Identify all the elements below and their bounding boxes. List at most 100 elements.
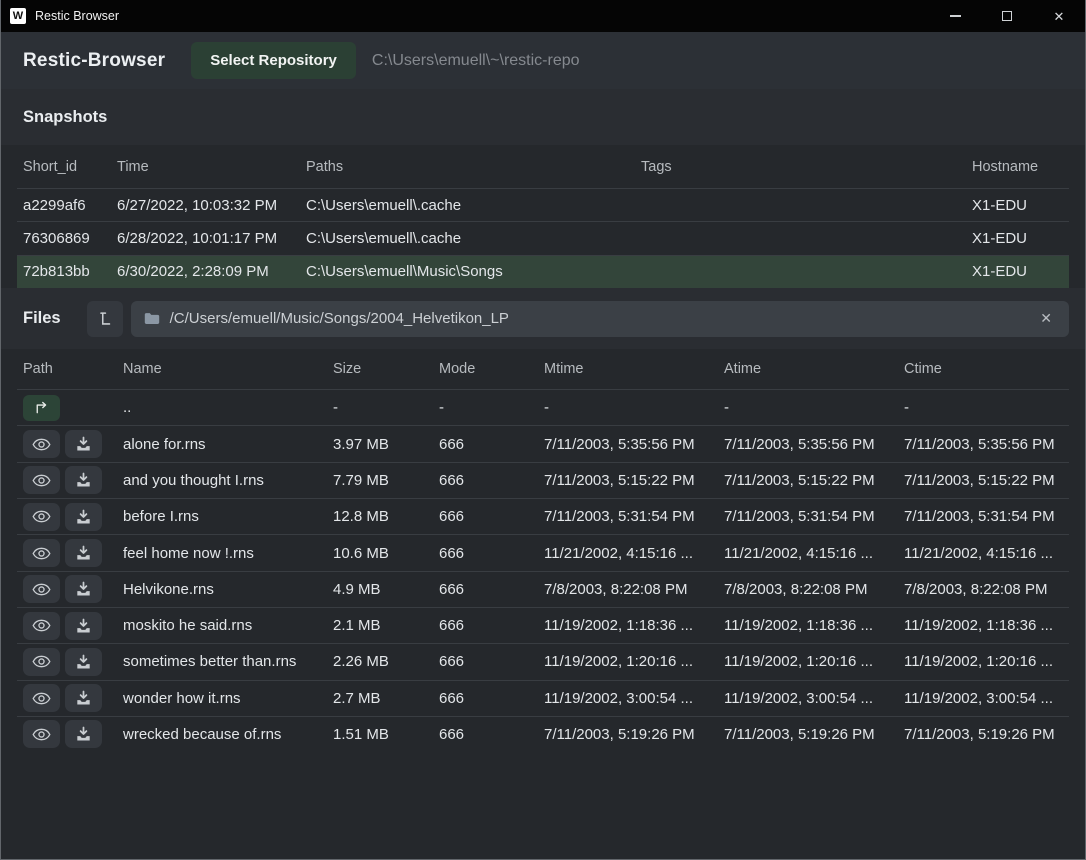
app-title: Restic-Browser <box>23 50 165 72</box>
download-file-button[interactable] <box>65 612 102 640</box>
eye-icon <box>32 437 51 452</box>
file-row: sometimes better than.rns 2.26 MB 666 11… <box>17 643 1069 679</box>
file-mode: 666 <box>439 726 544 743</box>
snapshot-hostname: X1-EDU <box>972 197 1069 214</box>
preview-file-button[interactable] <box>23 648 60 676</box>
file-atime: 7/11/2003, 5:35:56 PM <box>724 436 904 453</box>
snapshot-hostname: X1-EDU <box>972 263 1069 280</box>
file-size: 2.7 MB <box>333 690 439 707</box>
file-size: - <box>333 399 439 416</box>
file-ctime: 7/8/2003, 8:22:08 PM <box>904 581 1069 598</box>
snapshots-table: Short_id Time Paths Tags Hostname a2299a… <box>1 145 1085 288</box>
file-mtime: 11/19/2002, 3:00:54 ... <box>544 690 724 707</box>
column-header-mode: Mode <box>439 361 544 377</box>
download-file-button[interactable] <box>65 648 102 676</box>
snapshot-row[interactable]: 76306869 6/28/2022, 10:01:17 PM C:\Users… <box>17 221 1069 254</box>
snapshot-paths: C:\Users\emuell\.cache <box>306 197 641 214</box>
file-row: Helvikone.rns 4.9 MB 666 7/8/2003, 8:22:… <box>17 571 1069 607</box>
preview-file-button[interactable] <box>23 503 60 531</box>
download-icon <box>75 690 92 706</box>
file-mtime: 7/11/2003, 5:19:26 PM <box>544 726 724 743</box>
folder-icon <box>144 312 160 325</box>
preview-file-button[interactable] <box>23 720 60 748</box>
eye-icon <box>32 654 51 669</box>
download-file-button[interactable] <box>65 430 102 458</box>
download-icon <box>75 509 92 525</box>
file-size: 10.6 MB <box>333 545 439 562</box>
current-path-input[interactable]: /C/Users/emuell/Music/Songs/2004_Helveti… <box>131 301 1069 337</box>
preview-file-button[interactable] <box>23 466 60 494</box>
minimize-icon <box>950 15 961 17</box>
file-mtime: 7/11/2003, 5:31:54 PM <box>544 508 724 525</box>
close-icon: ✕ <box>1054 10 1065 23</box>
file-mtime: 7/11/2003, 5:15:22 PM <box>544 472 724 489</box>
download-icon <box>75 436 92 452</box>
file-row: and you thought I.rns 7.79 MB 666 7/11/2… <box>17 462 1069 498</box>
file-size: 3.97 MB <box>333 436 439 453</box>
app-window: W Restic Browser ✕ Restic-Browser Select… <box>0 0 1086 860</box>
column-header-size: Size <box>333 361 439 377</box>
file-row: moskito he said.rns 2.1 MB 666 11/19/200… <box>17 607 1069 643</box>
file-ctime: 7/11/2003, 5:15:22 PM <box>904 472 1069 489</box>
download-icon <box>75 545 92 561</box>
select-repository-button[interactable]: Select Repository <box>191 42 356 79</box>
preview-file-button[interactable] <box>23 539 60 567</box>
file-name: wrecked because of.rns <box>123 726 333 743</box>
file-atime: 11/19/2002, 3:00:54 ... <box>724 690 904 707</box>
column-header-hostname: Hostname <box>972 159 1069 175</box>
file-size: 12.8 MB <box>333 508 439 525</box>
snapshot-short-id: a2299af6 <box>23 197 117 214</box>
go-up-directory-button[interactable] <box>23 395 60 421</box>
column-header-atime: Atime <box>724 361 904 377</box>
eye-icon <box>32 691 51 706</box>
file-mtime: 7/11/2003, 5:35:56 PM <box>544 436 724 453</box>
minimize-button[interactable] <box>929 0 981 32</box>
preview-file-button[interactable] <box>23 684 60 712</box>
download-file-button[interactable] <box>65 575 102 603</box>
titlebar: W Restic Browser ✕ <box>1 0 1085 32</box>
file-name: and you thought I.rns <box>123 472 333 489</box>
file-mode: 666 <box>439 472 544 489</box>
snapshot-row[interactable]: 72b813bb 6/30/2022, 2:28:09 PM C:\Users\… <box>17 255 1069 288</box>
snapshot-paths: C:\Users\emuell\.cache <box>306 230 641 247</box>
column-header-ctime: Ctime <box>904 361 1069 377</box>
files-title: Files <box>23 309 61 328</box>
column-header-time: Time <box>117 159 306 175</box>
file-atime: 11/19/2002, 1:20:16 ... <box>724 653 904 670</box>
close-button[interactable]: ✕ <box>1033 0 1085 32</box>
snapshot-paths: C:\Users\emuell\Music\Songs <box>306 263 641 280</box>
file-mode: 666 <box>439 436 544 453</box>
download-file-button[interactable] <box>65 684 102 712</box>
download-file-button[interactable] <box>65 720 102 748</box>
file-mtime: 11/19/2002, 1:20:16 ... <box>544 653 724 670</box>
file-ctime: 11/19/2002, 3:00:54 ... <box>904 690 1069 707</box>
download-file-button[interactable] <box>65 503 102 531</box>
file-mode: 666 <box>439 653 544 670</box>
file-ctime: 11/19/2002, 1:18:36 ... <box>904 617 1069 634</box>
file-atime: 11/19/2002, 1:18:36 ... <box>724 617 904 634</box>
file-row: alone for.rns 3.97 MB 666 7/11/2003, 5:3… <box>17 425 1069 461</box>
file-atime: 7/11/2003, 5:15:22 PM <box>724 472 904 489</box>
clear-path-button[interactable]: ✕ <box>1036 308 1056 329</box>
download-file-button[interactable] <box>65 466 102 494</box>
file-name: feel home now !.rns <box>123 545 333 562</box>
snapshot-row[interactable]: a2299af6 6/27/2022, 10:03:32 PM C:\Users… <box>17 188 1069 221</box>
current-path-value: /C/Users/emuell/Music/Songs/2004_Helveti… <box>170 310 509 327</box>
file-name[interactable]: .. <box>123 399 333 416</box>
file-row: feel home now !.rns 10.6 MB 666 11/21/20… <box>17 534 1069 570</box>
snapshot-time: 6/27/2022, 10:03:32 PM <box>117 197 306 214</box>
file-mode: 666 <box>439 690 544 707</box>
preview-file-button[interactable] <box>23 612 60 640</box>
maximize-button[interactable] <box>981 0 1033 32</box>
preview-file-button[interactable] <box>23 575 60 603</box>
file-name: alone for.rns <box>123 436 333 453</box>
eye-icon <box>32 546 51 561</box>
download-file-button[interactable] <box>65 539 102 567</box>
eye-icon <box>32 582 51 597</box>
file-size: 2.26 MB <box>333 653 439 670</box>
file-row: before I.rns 12.8 MB 666 7/11/2003, 5:31… <box>17 498 1069 534</box>
file-size: 7.79 MB <box>333 472 439 489</box>
file-ctime: 11/19/2002, 1:20:16 ... <box>904 653 1069 670</box>
goto-root-button[interactable] <box>87 301 123 337</box>
preview-file-button[interactable] <box>23 430 60 458</box>
